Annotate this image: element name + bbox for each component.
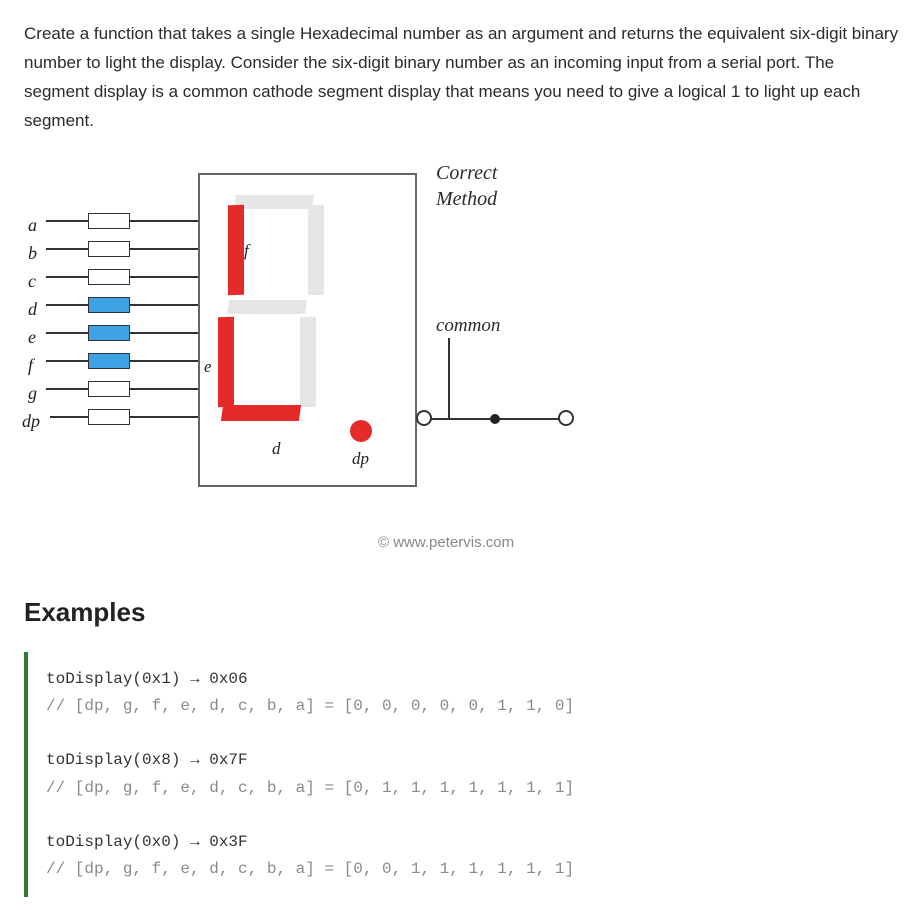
correct-method-label: Correct Method [436,160,497,212]
pin-label-c: c [28,266,36,297]
segment-dp [350,420,372,442]
segment-c [300,316,316,407]
common-label: common [436,310,500,342]
pin-box [88,241,130,257]
node-open [558,410,574,426]
node-open [416,410,432,426]
segment-diagram: a b c d e f g dp [28,160,588,560]
example-comment: // [dp, g, f, e, d, c, b, a] = [0, 1, 1,… [46,779,574,797]
segment-d [221,405,301,421]
correct-line2: Method [436,186,497,212]
pin-label-d: d [28,294,37,325]
pin-label-b: b [28,238,37,269]
inner-label-f: f [244,237,249,266]
pin-box [88,213,130,229]
pin-label-a: a [28,210,37,241]
example-comment: // [dp, g, f, e, d, c, b, a] = [0, 0, 1,… [46,860,574,878]
example-comment: // [dp, g, f, e, d, c, b, a] = [0, 0, 0,… [46,697,574,715]
correct-line1: Correct [436,160,497,186]
common-wire [448,338,450,418]
pin-box-active [88,297,130,313]
pin-label-dp: dp [22,406,40,437]
example-call: toDisplay(0x0) → 0x3F [46,833,248,851]
pin-box-active [88,353,130,369]
examples-code-block: toDisplay(0x1) → 0x06 // [dp, g, f, e, d… [24,652,900,898]
problem-description: Create a function that takes a single He… [24,20,900,136]
node-fill [490,414,500,424]
segment-f [228,204,244,295]
examples-heading: Examples [24,590,900,634]
example-call: toDisplay(0x1) → 0x06 [46,670,248,688]
pin-box-active [88,325,130,341]
pin-label-f: f [28,350,33,381]
image-credit: © www.petervis.com [378,530,514,556]
segment-e [218,316,234,407]
inner-label-dp: dp [352,445,369,474]
pin-box [88,269,130,285]
pin-label-g: g [28,378,37,409]
segment-b [308,204,324,295]
inner-label-d: d [272,435,281,464]
segment-a [234,195,314,209]
pin-box [88,409,130,425]
example-call: toDisplay(0x8) → 0x7F [46,751,248,769]
pin-label-e: e [28,322,36,353]
inner-label-e: e [204,353,212,382]
diagram-container: a b c d e f g dp [28,160,900,560]
chip-outline: f e d dp [198,173,417,487]
pin-box [88,381,130,397]
segment-g [227,300,307,314]
